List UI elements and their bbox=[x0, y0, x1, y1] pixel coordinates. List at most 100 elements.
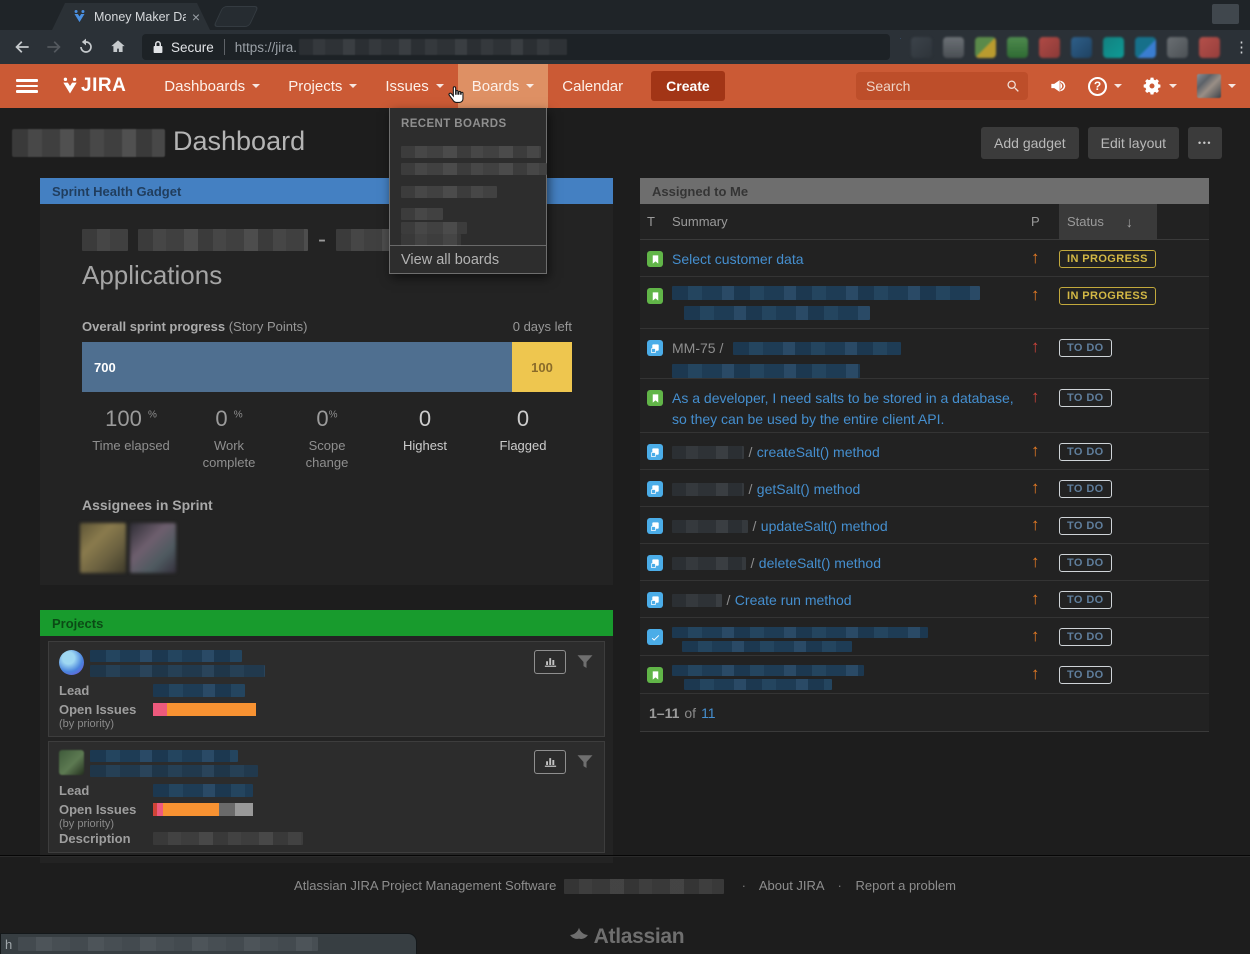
redacted-summary[interactable]: MM-75 / bbox=[672, 338, 1031, 378]
back-icon[interactable] bbox=[12, 37, 32, 57]
issue-summary-link[interactable]: Create run method bbox=[735, 592, 852, 608]
assignee-avatar[interactable] bbox=[130, 523, 176, 573]
redacted-summary[interactable] bbox=[672, 286, 1031, 320]
extension-icon[interactable] bbox=[943, 37, 964, 58]
issue-row[interactable]: / createSalt() method ↑ TO DO bbox=[640, 433, 1209, 470]
extension-icon[interactable] bbox=[1007, 37, 1028, 58]
report-problem-link[interactable]: Report a problem bbox=[855, 878, 955, 893]
assignee-avatar[interactable] bbox=[80, 523, 126, 573]
issue-row[interactable]: MM-75 / ↑ TO DO bbox=[640, 329, 1209, 379]
priority-high-icon: ↑ bbox=[1031, 515, 1040, 534]
help-menu[interactable]: ? bbox=[1088, 77, 1122, 96]
issue-row[interactable]: ↑ IN PROGRESS bbox=[640, 277, 1209, 329]
issue-row[interactable]: / deleteSalt() method ↑ TO DO bbox=[640, 544, 1209, 581]
home-icon[interactable] bbox=[108, 37, 128, 57]
nav-projects[interactable]: Projects bbox=[274, 64, 371, 108]
subtask-icon bbox=[647, 444, 663, 460]
tab-close-icon[interactable]: × bbox=[192, 9, 200, 25]
extension-icon[interactable] bbox=[1167, 37, 1188, 58]
edit-layout-button[interactable]: Edit layout bbox=[1088, 127, 1179, 159]
issue-summary-link[interactable]: getSalt() method bbox=[757, 481, 861, 497]
issue-summary-link[interactable]: deleteSalt() method bbox=[759, 555, 881, 571]
redacted-board-item[interactable] bbox=[401, 163, 547, 175]
redacted-board-item[interactable] bbox=[401, 208, 443, 220]
sidebar-toggle-icon[interactable] bbox=[16, 79, 38, 93]
column-status-sorted[interactable]: Status ↓ bbox=[1059, 204, 1157, 240]
column-priority[interactable]: P bbox=[1031, 214, 1059, 229]
recent-boards-heading: RECENT BOARDS bbox=[390, 108, 546, 130]
forward-icon[interactable] bbox=[44, 37, 64, 57]
stat-work-complete: 0 % Work complete bbox=[180, 406, 278, 471]
chevron-down-icon bbox=[1228, 84, 1236, 92]
redacted-project-name[interactable] bbox=[90, 750, 258, 777]
project-avatar[interactable] bbox=[59, 650, 84, 675]
by-priority-label: (by priority) bbox=[59, 818, 594, 830]
pagination-total-link[interactable]: 11 bbox=[701, 705, 716, 721]
project-chart-button[interactable] bbox=[534, 750, 566, 774]
project-avatar[interactable] bbox=[59, 750, 84, 775]
new-tab-button[interactable] bbox=[213, 6, 259, 27]
address-bar[interactable]: Secure https://jira. bbox=[142, 34, 890, 60]
browser-tab[interactable]: Money Maker Dashb × bbox=[52, 3, 210, 30]
redacted-project-name[interactable] bbox=[90, 650, 265, 677]
address-divider bbox=[224, 39, 225, 55]
extension-icon[interactable] bbox=[911, 37, 932, 58]
extension-icon[interactable] bbox=[1135, 37, 1156, 58]
assigned-gadget-header[interactable]: Assigned to Me bbox=[640, 178, 1209, 204]
search-input[interactable] bbox=[856, 72, 1028, 100]
project-filter-button[interactable] bbox=[576, 653, 594, 671]
nav-calendar[interactable]: Calendar bbox=[548, 64, 637, 108]
browser-menu-icon[interactable]: ⋮ bbox=[1234, 38, 1250, 56]
issue-row[interactable]: Select customer data ↑ IN PROGRESS bbox=[640, 240, 1209, 277]
extension-icon[interactable] bbox=[1039, 37, 1060, 58]
nav-boards[interactable]: Boards bbox=[458, 64, 549, 108]
background-window-text: h bbox=[5, 937, 12, 952]
settings-menu[interactable] bbox=[1142, 76, 1177, 96]
project-filter-button[interactable] bbox=[576, 753, 594, 771]
pagination: 1–11 of 11 bbox=[640, 694, 1209, 731]
redacted-board-item[interactable] bbox=[401, 222, 467, 234]
extension-icon[interactable] bbox=[1103, 37, 1124, 58]
reload-icon[interactable] bbox=[76, 37, 96, 57]
extension-icon[interactable] bbox=[975, 37, 996, 58]
redacted-board-item[interactable] bbox=[401, 146, 541, 158]
redacted-board-item[interactable] bbox=[401, 186, 497, 198]
open-issues-bar[interactable] bbox=[153, 803, 253, 816]
issue-summary-link[interactable]: As a developer, I need salts to be store… bbox=[672, 390, 1014, 427]
issue-row[interactable]: ↑ TO DO bbox=[640, 656, 1209, 694]
tools-more-button[interactable]: ••• bbox=[1188, 127, 1222, 159]
nav-dashboards[interactable]: Dashboards bbox=[150, 64, 274, 108]
search-icon[interactable] bbox=[1005, 78, 1021, 94]
nav-issues[interactable]: Issues bbox=[371, 64, 457, 108]
add-gadget-button[interactable]: Add gadget bbox=[981, 127, 1079, 159]
announcements-megaphone-icon[interactable] bbox=[1048, 76, 1068, 96]
background-window-fragment[interactable]: h bbox=[0, 933, 417, 954]
project-chart-button[interactable] bbox=[534, 650, 566, 674]
redacted-summary[interactable] bbox=[672, 665, 1031, 690]
about-jira-link[interactable]: About JIRA bbox=[759, 878, 824, 893]
bookmark-star-icon[interactable] bbox=[900, 38, 901, 57]
issue-row[interactable]: ↑ TO DO bbox=[640, 618, 1209, 656]
parent-separator: / bbox=[726, 592, 730, 608]
issue-row[interactable]: / getSalt() method ↑ TO DO bbox=[640, 470, 1209, 507]
issue-summary-link[interactable]: updateSalt() method bbox=[761, 518, 888, 534]
issue-row[interactable]: As a developer, I need salts to be store… bbox=[640, 379, 1209, 433]
user-avatar[interactable] bbox=[1197, 74, 1221, 98]
jira-logo[interactable]: JIRA bbox=[60, 75, 126, 97]
assigned-to-me-gadget: Assigned to Me T Summary P Status ↓ Sele… bbox=[640, 178, 1209, 732]
view-all-boards-link[interactable]: View all boards bbox=[401, 252, 499, 268]
issue-summary-link[interactable]: Select customer data bbox=[672, 251, 804, 267]
column-summary[interactable]: Summary bbox=[672, 214, 1031, 229]
search-box bbox=[856, 72, 1028, 100]
issue-summary-link[interactable]: createSalt() method bbox=[757, 444, 880, 460]
extension-icon[interactable] bbox=[1071, 37, 1092, 58]
column-type[interactable]: T bbox=[640, 214, 672, 229]
open-issues-bar[interactable] bbox=[153, 703, 256, 716]
extension-icon[interactable] bbox=[1199, 37, 1220, 58]
create-button[interactable]: Create bbox=[651, 71, 725, 101]
issue-row[interactable]: / Create run method ↑ TO DO bbox=[640, 581, 1209, 618]
projects-gadget-header[interactable]: Projects bbox=[40, 610, 613, 636]
issue-row[interactable]: / updateSalt() method ↑ TO DO bbox=[640, 507, 1209, 544]
boards-dropdown-menu: RECENT BOARDS View all boards bbox=[389, 108, 547, 274]
redacted-summary[interactable] bbox=[672, 627, 1031, 652]
